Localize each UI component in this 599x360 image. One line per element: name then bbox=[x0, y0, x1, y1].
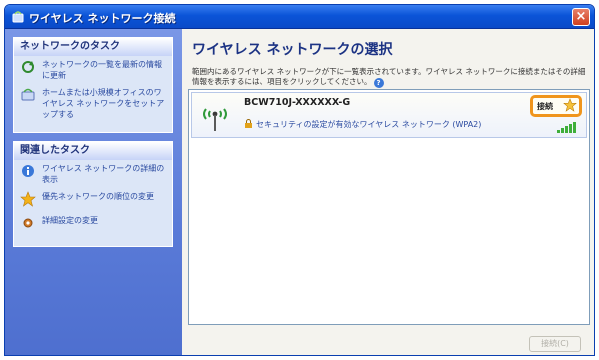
wireless-network-window: ワイヤレス ネットワーク接続 × ネットワークのタスク ネットワークの一覧を最新… bbox=[4, 4, 595, 356]
preferred-network-order-task[interactable]: 優先ネットワークの順位の変更 bbox=[14, 188, 172, 212]
info-icon bbox=[22, 165, 34, 177]
settings-icon bbox=[23, 218, 33, 228]
network-ssid: BCW710J-XXXXXX-G bbox=[244, 97, 351, 108]
network-security: セキュリティの設定が有効なワイヤレス ネットワーク (WPA2) bbox=[244, 119, 481, 130]
description-text: 範囲内にあるワイヤレス ネットワークが下に一覧表示されています。ワイヤレス ネッ… bbox=[192, 67, 586, 86]
main-content: ワイヤレス ネットワークの選択 範囲内にあるワイヤレス ネットワークが下に一覧表… bbox=[182, 29, 594, 355]
help-icon[interactable]: ? bbox=[373, 78, 384, 88]
setup-wireless-network-task[interactable]: ホームまたは小規模オフィスのワイヤレス ネットワークをセットアップする bbox=[14, 84, 172, 123]
network-details-task[interactable]: ワイヤレス ネットワークの詳細の表示 bbox=[14, 160, 172, 188]
close-button[interactable]: × bbox=[572, 8, 590, 26]
close-icon: × bbox=[575, 9, 587, 24]
star-icon bbox=[20, 191, 36, 207]
refresh-network-list-task[interactable]: ネットワークの一覧を最新の情報に更新 bbox=[14, 56, 172, 84]
task-label: 詳細設定の変更 bbox=[42, 216, 98, 225]
network-list[interactable]: BCW710J-XXXXXX-G セキュリティの設定が有効なワイヤレス ネットワ… bbox=[188, 89, 590, 325]
wizard-icon bbox=[21, 88, 35, 101]
task-label: ネットワークの一覧を最新の情報に更新 bbox=[42, 60, 162, 80]
connection-status-badge: 接続 bbox=[530, 95, 582, 117]
network-tasks-title: ネットワークのタスク bbox=[14, 38, 172, 56]
lock-icon bbox=[245, 119, 252, 128]
network-list-item[interactable]: BCW710J-XXXXXX-G セキュリティの設定が有効なワイヤレス ネットワ… bbox=[191, 92, 587, 138]
related-tasks-title: 関連したタスク bbox=[14, 142, 172, 160]
refresh-icon bbox=[22, 61, 34, 73]
task-label: ホームまたは小規模オフィスのワイヤレス ネットワークをセットアップする bbox=[42, 88, 165, 119]
instructions-text: 範囲内にあるワイヤレス ネットワークが下に一覧表示されています。ワイヤレス ネッ… bbox=[192, 67, 587, 88]
status-label: 接続 bbox=[537, 102, 553, 111]
task-label: ワイヤレス ネットワークの詳細の表示 bbox=[42, 164, 165, 184]
connect-button[interactable]: 接続(C) bbox=[529, 336, 581, 352]
network-tasks-panel: ネットワークのタスク ネットワークの一覧を最新の情報に更新 ホームまたは小規模オ… bbox=[13, 37, 173, 133]
signal-strength-icon bbox=[557, 122, 576, 133]
star-icon bbox=[563, 98, 577, 112]
advanced-settings-task[interactable]: 詳細設定の変更 bbox=[14, 212, 172, 236]
related-tasks-panel: 関連したタスク ワイヤレス ネットワークの詳細の表示 優先ネットワークの順位の変… bbox=[13, 141, 173, 247]
wireless-network-icon bbox=[12, 11, 24, 23]
window-title: ワイヤレス ネットワーク接続 bbox=[29, 12, 176, 25]
security-label: セキュリティの設定が有効なワイヤレス ネットワーク (WPA2) bbox=[256, 120, 482, 129]
page-title: ワイヤレス ネットワークの選択 bbox=[192, 42, 393, 58]
task-label: 優先ネットワークの順位の変更 bbox=[42, 192, 154, 201]
task-sidebar: ネットワークのタスク ネットワークの一覧を最新の情報に更新 ホームまたは小規模オ… bbox=[5, 29, 182, 355]
title-bar[interactable]: ワイヤレス ネットワーク接続 × bbox=[5, 5, 594, 29]
wireless-antenna-icon bbox=[203, 108, 227, 131]
